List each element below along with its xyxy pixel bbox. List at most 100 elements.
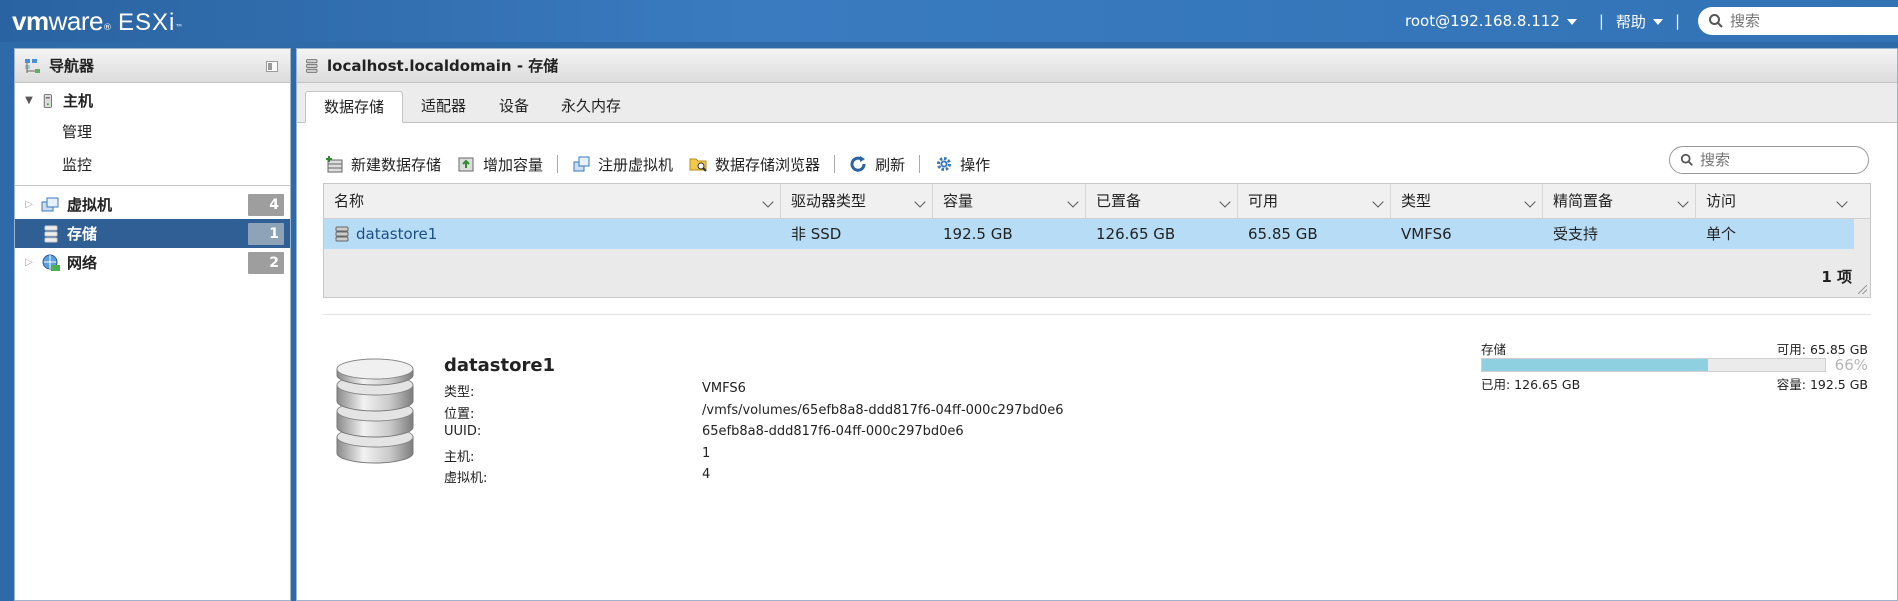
datastore-title: datastore1 xyxy=(444,355,556,376)
count-badge: 1 xyxy=(248,223,284,245)
divider xyxy=(323,314,1871,315)
collapse-navigator-button[interactable] xyxy=(266,61,278,72)
navigator-panel: 导航器 ▼ 主机 管理 监控 ▷ 虚拟机 4 存储 1 ▷ 网络 2 xyxy=(14,48,291,601)
separator: | xyxy=(1598,12,1604,30)
toolbar: 新建数据存储 增加容量 注册虚拟机 数据存储浏览器 刷新 操作 xyxy=(325,149,1006,179)
tree-item-networking[interactable]: ▷ 网络 2 xyxy=(15,248,290,277)
chevron-down-icon[interactable] xyxy=(1677,196,1689,208)
count-badge: 4 xyxy=(248,194,284,216)
column-header-name[interactable]: 名称 xyxy=(324,184,781,219)
main-panel: localhost.localdomain - 存储 数据存储 适配器 设备 永… xyxy=(296,48,1898,601)
separator: | xyxy=(1674,12,1680,30)
cell-name[interactable]: datastore1 xyxy=(324,219,437,249)
column-header-access[interactable]: 访问 xyxy=(1696,184,1854,219)
resize-handle[interactable] xyxy=(1858,285,1867,294)
storage-capacity: 容量: 192.5 GB xyxy=(1776,377,1868,392)
grid-search[interactable] xyxy=(1669,146,1869,174)
refresh-button[interactable]: 刷新 xyxy=(849,154,905,175)
navigator-title: 导航器 xyxy=(49,57,95,75)
datastore-table: 名称 驱动器类型 容量 已置备 可用 类型 精简置备 访问 datastore1… xyxy=(323,183,1871,298)
chevron-down-icon[interactable] xyxy=(1372,196,1384,208)
tree-item-manage[interactable]: 管理 xyxy=(15,115,290,148)
new-datastore-icon xyxy=(326,156,343,173)
search-icon xyxy=(1709,14,1723,28)
chevron-down-icon[interactable] xyxy=(1067,196,1079,208)
column-header-thin-provisioning[interactable]: 精简置备 xyxy=(1543,184,1696,219)
vmware-esxi-logo: vm ware ® ESXi ™ xyxy=(12,6,184,36)
global-search-input[interactable] xyxy=(1730,12,1890,30)
column-header-capacity[interactable]: 容量 xyxy=(933,184,1086,219)
divider xyxy=(15,185,290,186)
main-header: localhost.localdomain - 存储 xyxy=(297,49,1897,83)
tab-bar: 数据存储 适配器 设备 永久内存 xyxy=(297,83,1897,123)
tree-item-virtual-machines[interactable]: ▷ 虚拟机 4 xyxy=(15,190,290,219)
host-icon xyxy=(43,93,52,108)
datastore-browser-button[interactable]: 数据存储浏览器 xyxy=(689,154,820,175)
network-icon xyxy=(42,254,60,271)
cell-provisioned: 126.65 GB xyxy=(1096,225,1176,243)
count-badge: 2 xyxy=(248,252,284,274)
property-row: 虚拟机: 4 xyxy=(444,467,711,486)
chevron-down-icon[interactable] xyxy=(1219,196,1231,208)
virtual-machine-icon xyxy=(41,197,59,211)
chevron-down-icon xyxy=(1652,19,1663,25)
datastore-icon xyxy=(335,226,349,242)
global-search[interactable] xyxy=(1698,7,1898,35)
datastore-properties: 类型: VMFS6 位置:/vmfs/volumes/65efb8a8-ddd81… xyxy=(444,381,1144,489)
chevron-down-icon xyxy=(1566,18,1577,25)
increase-capacity-button[interactable]: 增加容量 xyxy=(457,154,543,175)
tab-persistent-memory[interactable]: 永久内存 xyxy=(543,91,639,123)
new-datastore-button[interactable]: 新建数据存储 xyxy=(325,154,441,175)
toolbar-separator xyxy=(834,155,836,173)
storage-percent: 66% xyxy=(1834,356,1868,374)
datastore-browser-icon xyxy=(689,158,707,172)
user-menu[interactable]: root@192.168.8.112 xyxy=(1405,12,1577,30)
expanded-triangle-icon[interactable]: ▼ xyxy=(21,95,37,106)
cell-free: 65.85 GB xyxy=(1248,225,1318,243)
table-header: 名称 驱动器类型 容量 已置备 可用 类型 精简置备 访问 xyxy=(324,184,1870,219)
chevron-down-icon[interactable] xyxy=(1836,196,1848,208)
column-header-type[interactable]: 类型 xyxy=(1391,184,1543,219)
tree-item-storage[interactable]: 存储 1 xyxy=(15,219,290,248)
datastore-link[interactable]: datastore1 xyxy=(356,219,437,249)
tab-devices[interactable]: 设备 xyxy=(481,91,547,123)
storage-usage-bar xyxy=(1481,358,1826,372)
toolbar-separator xyxy=(557,155,559,173)
tab-adapters[interactable]: 适配器 xyxy=(403,91,484,123)
cell-type: VMFS6 xyxy=(1401,225,1452,243)
column-header-drive-type[interactable]: 驱动器类型 xyxy=(781,184,933,219)
cell-drive-type: 非 SSD xyxy=(791,225,842,243)
navigator-icon xyxy=(25,58,40,73)
grid-search-input[interactable] xyxy=(1700,151,1860,169)
property-row: 类型: VMFS6 xyxy=(444,381,746,400)
cell-thin-provisioning: 受支持 xyxy=(1553,225,1599,243)
cell-access: 单个 xyxy=(1706,225,1737,243)
register-vm-button[interactable]: 注册虚拟机 xyxy=(572,154,673,175)
storage-usage: 存储 可用: 65.85 GB 66% 已用: 126.65 GB 容量: 19… xyxy=(1481,339,1868,392)
storage-label: 存储 xyxy=(1481,342,1507,357)
register-vm-icon xyxy=(573,156,590,172)
gear-icon xyxy=(937,157,952,171)
collapsed-triangle-icon[interactable]: ▷ xyxy=(21,199,37,210)
top-bar: vm ware ® ESXi ™ root@192.168.8.112 | 帮助 | xyxy=(0,0,1898,42)
actions-button[interactable]: 操作 xyxy=(934,154,990,175)
chevron-down-icon[interactable] xyxy=(914,196,926,208)
chevron-down-icon[interactable] xyxy=(762,196,774,208)
column-header-free[interactable]: 可用 xyxy=(1238,184,1391,219)
tree-item-monitor[interactable]: 监控 xyxy=(15,148,290,181)
column-header-provisioned[interactable]: 已置备 xyxy=(1086,184,1238,219)
chevron-down-icon[interactable] xyxy=(1524,196,1536,208)
storage-used: 已用: 126.65 GB xyxy=(1481,377,1581,392)
tree-item-host[interactable]: ▼ 主机 xyxy=(15,86,290,115)
property-row: 主机: 1 xyxy=(444,445,711,465)
datastore-large-icon xyxy=(336,358,414,464)
storage-icon xyxy=(44,225,58,242)
storage-icon xyxy=(306,58,318,73)
item-count: 1 项 xyxy=(1821,268,1852,286)
table-row[interactable]: datastore1 非 SSD 192.5 GB 126.65 GB 65.8… xyxy=(324,219,1854,249)
tab-datastores[interactable]: 数据存储 xyxy=(305,91,404,123)
property-row: 位置:/vmfs/volumes/65efb8a8-ddd817f6-04ff-… xyxy=(444,402,1064,422)
help-menu[interactable]: 帮助 xyxy=(1616,11,1663,32)
collapsed-triangle-icon[interactable]: ▷ xyxy=(21,257,37,268)
search-icon xyxy=(1680,153,1693,166)
